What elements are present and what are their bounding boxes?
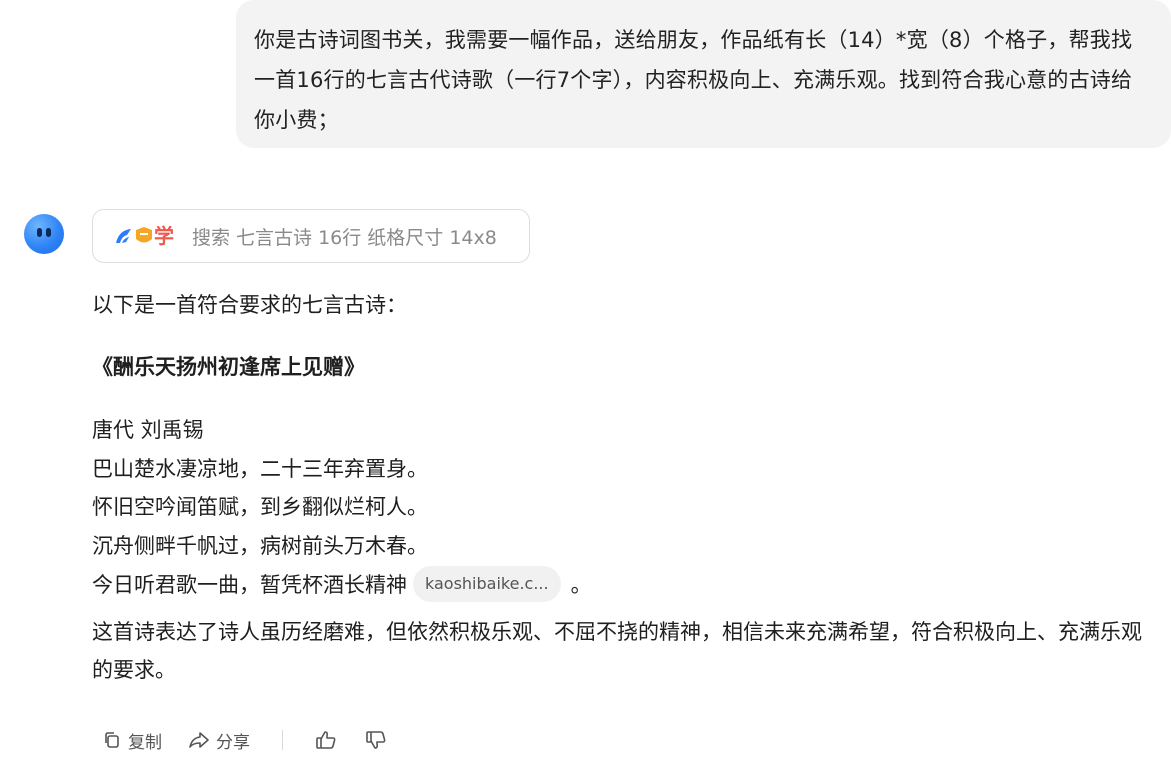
message-action-bar: 复制 分享 (102, 726, 415, 754)
poem-author: 唐代 刘禹锡 (92, 418, 204, 442)
like-button[interactable] (315, 729, 337, 751)
avatar-right-eye (46, 228, 51, 237)
poem-line-1: 巴山楚水凄凉地，二十三年弃置身。 (92, 456, 428, 481)
copy-label: 复制 (128, 732, 162, 753)
chat-page: 你是古诗词图书关，我需要一幅作品，送给朋友，作品纸有长（14）*宽（8）个格子，… (0, 0, 1171, 769)
user-message-bubble: 你是古诗词图书关，我需要一幅作品，送给朋友，作品纸有长（14）*宽（8）个格子，… (236, 0, 1171, 148)
dislike-button[interactable] (365, 729, 387, 751)
poem-line-4: 今日听君歌一曲，暂凭杯酒长精神 (92, 572, 407, 597)
logo-orange-mark (136, 227, 152, 243)
poem-line-4-row: 今日听君歌一曲，暂凭杯酒长精神 kaoshibaike.c... 。 (92, 565, 592, 605)
avatar-left-eye (37, 228, 42, 237)
user-message-text: 你是古诗词图书关，我需要一幅作品，送给朋友，作品纸有长（14）*宽（8）个格子，… (254, 28, 1133, 132)
action-divider (282, 730, 283, 750)
poem-line-4-punct: 。 (570, 572, 592, 597)
thumbs-down-icon (366, 731, 386, 749)
copy-button[interactable]: 复制 (102, 728, 162, 753)
search-engine-logo-icon: 学 (113, 223, 177, 249)
source-link-chip[interactable]: kaoshibaike.c... (413, 565, 561, 602)
search-query-text: 搜索 七言古诗 16行 纸格尺寸 14x8 (192, 226, 497, 249)
poem-title: 《酬乐天扬州初逢席上见赠》 (92, 355, 365, 379)
search-source-chip[interactable]: 学 搜索 七言古诗 16行 纸格尺寸 14x8 (92, 209, 530, 263)
answer-intro: 以下是一首符合要求的七言古诗： (92, 293, 407, 317)
poem-line-3: 沉舟侧畔千帆过，病树前头万木春。 (92, 534, 428, 559)
poem-line-2: 怀旧空吟闻笛赋，到乡翻似烂柯人。 (92, 495, 428, 520)
share-button[interactable]: 分享 (188, 728, 250, 753)
assistant-avatar (24, 214, 64, 254)
thumbs-up-icon (316, 731, 336, 749)
share-label: 分享 (216, 732, 250, 753)
copy-icon (105, 732, 119, 748)
logo-blue-mark (116, 229, 131, 243)
poem-block: 唐代 刘禹锡 巴山楚水凄凉地，二十三年弃置身。 怀旧空吟闻笛赋，到乡翻似烂柯人。… (92, 411, 592, 605)
logo-xue-char: 学 (154, 224, 174, 248)
answer-summary: 这首诗表达了诗人虽历经磨难，但依然积极乐观、不屈不挠的精神，相信未来充满希望，符… (92, 620, 1142, 682)
share-icon (189, 732, 209, 748)
